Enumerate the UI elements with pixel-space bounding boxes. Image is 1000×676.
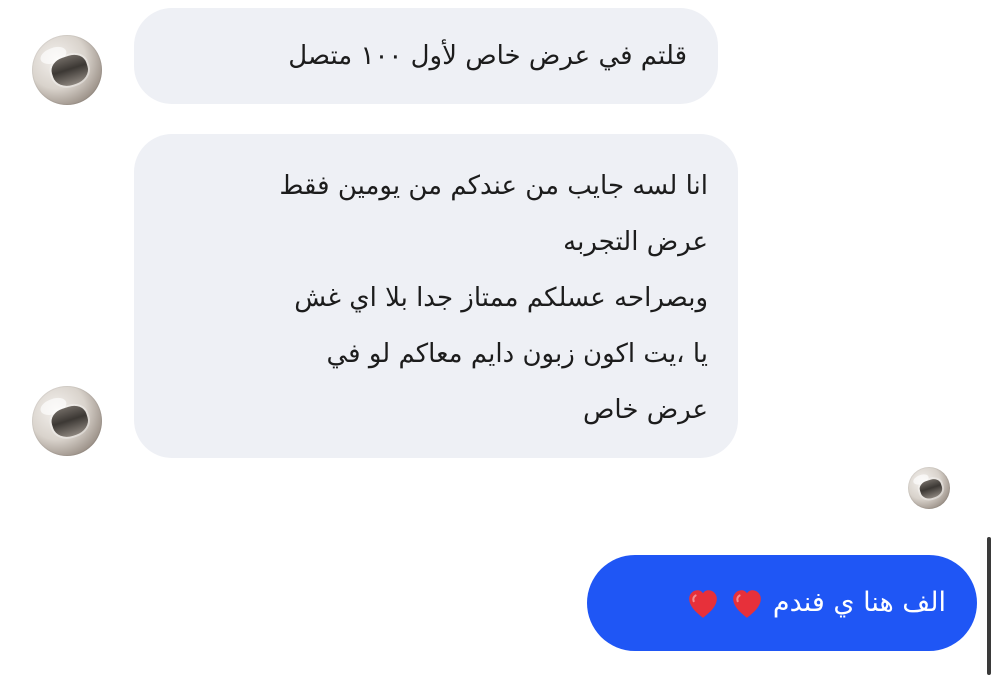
contact-avatar[interactable] <box>32 386 102 456</box>
heart-icon <box>688 590 717 618</box>
chat-thread[interactable]: قلتم في عرض خاص لأول ١٠٠ متصل انا لسه جا… <box>0 0 1000 676</box>
message-text: الف هنا ي فندم <box>772 587 946 618</box>
message-line: يا ،يت اكون زبون دايم معاكم لو في <box>326 339 708 369</box>
message-text: قلتم في عرض خاص لأول ١٠٠ متصل <box>288 41 687 71</box>
message-line: عرض التجربه <box>563 227 708 257</box>
message-line: انا لسه جايب من عندكم من يومين فقط <box>279 171 708 201</box>
message-line: وبصراحه عسلكم ممتاز جدا بلا اي غش <box>294 283 708 313</box>
message-line: عرض خاص <box>583 395 708 425</box>
incoming-message-bubble[interactable]: قلتم في عرض خاص لأول ١٠٠ متصل <box>134 8 718 104</box>
read-receipt-avatar <box>908 467 950 509</box>
heart-emoji-group <box>684 579 765 629</box>
contact-avatar[interactable] <box>32 35 102 105</box>
scrollbar[interactable] <box>987 537 991 675</box>
heart-icon <box>733 590 762 618</box>
outgoing-message-bubble[interactable]: الف هنا ي فندم <box>587 555 977 651</box>
incoming-message-bubble[interactable]: انا لسه جايب من عندكم من يومين فقط عرض ا… <box>134 134 738 458</box>
